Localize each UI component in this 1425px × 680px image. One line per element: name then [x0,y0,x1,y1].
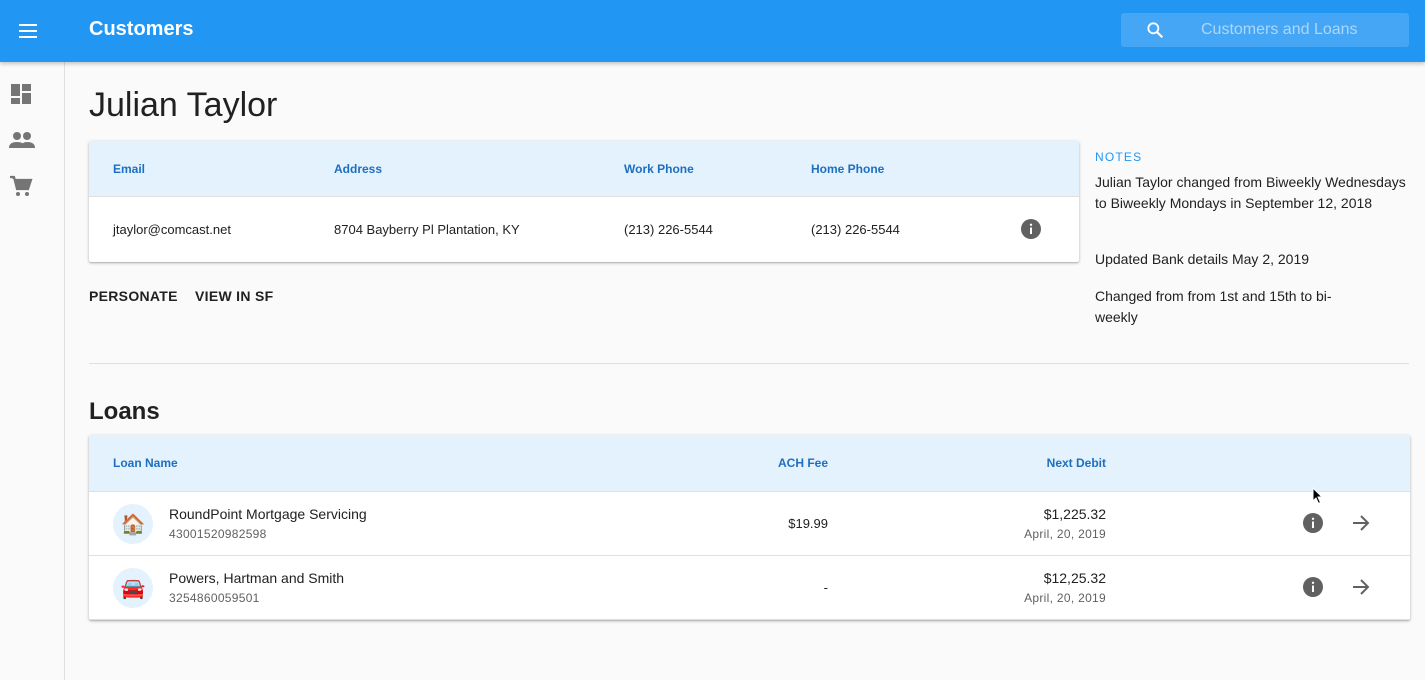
loan-amount: $1,225.32 [1043,506,1106,522]
customer-home-phone: (213) 226-5544 [811,222,900,237]
app-bar: Customers [0,0,1425,62]
arrow-right-icon[interactable] [1350,576,1372,598]
section-divider [89,363,1409,364]
note-item: Julian Taylor changed from Biweekly Wedn… [1095,174,1406,211]
info-icon[interactable] [1303,513,1323,533]
house-icon: 🏠 [113,504,153,544]
side-rail [0,62,65,680]
customer-address: 8704 Bayberry Pl Plantation, KY [334,222,520,237]
next-debit-header: Next Debit [1046,456,1106,470]
loan-row[interactable]: 🚘 Powers, Hartman and Smith 325486005950… [89,556,1410,620]
loan-name-header: Loan Name [113,456,178,470]
car-icon: 🚘 [113,568,153,608]
loan-account: 3254860059501 [169,591,260,605]
loan-row[interactable]: 🏠 RoundPoint Mortgage Servicing 43001520… [89,492,1410,556]
mouse-cursor-icon [1312,487,1324,505]
customer-row: jtaylor@comcast.net 8704 Bayberry Pl Pla… [89,197,1079,262]
loans-card: Loan Name ACH Fee Next Debit 🏠 RoundPoin… [89,435,1410,620]
note-item: Updated Bank details May 2, 2019 [1095,251,1310,267]
loan-date: April, 20, 2019 [1024,527,1106,541]
loans-table-header: Loan Name ACH Fee Next Debit [89,435,1410,492]
loan-name: RoundPoint Mortgage Servicing [169,506,367,522]
search-input[interactable] [1201,13,1401,47]
info-icon[interactable] [1021,219,1041,239]
view-in-sf-button[interactable]: VIEW IN SF [195,288,273,304]
loan-account: 43001520982598 [169,527,267,541]
customer-work-phone: (213) 226-5544 [624,222,713,237]
customer-info-card: Email Address Work Phone Home Phone jtay… [89,141,1079,262]
loans-title: Loans [89,398,160,425]
loan-amount: $12,25.32 [1043,570,1106,586]
notes-label: NOTES [1095,150,1143,164]
loan-date: April, 20, 2019 [1024,591,1106,605]
address-header: Address [334,162,383,176]
people-icon[interactable] [9,128,35,152]
email-header: Email [113,162,146,176]
menu-icon[interactable] [10,12,48,50]
dashboard-icon[interactable] [9,82,33,106]
personate-button[interactable]: PERSONATE [89,288,178,304]
search-box[interactable] [1121,13,1409,47]
ach-fee-header: ACH Fee [777,456,828,470]
home-phone-header: Home Phone [811,162,885,176]
cart-icon[interactable] [9,174,33,198]
loan-name: Powers, Hartman and Smith [169,570,345,586]
loan-ach-fee: $19.99 [788,516,828,531]
search-icon [1147,22,1163,38]
work-phone-header: Work Phone [624,162,694,176]
app-title: Customers [89,18,194,40]
note-item: Changed from from 1st and 15th to bi-wee… [1095,288,1332,325]
customer-name: Julian Taylor [89,86,278,124]
customer-email: jtaylor@comcast.net [113,222,231,237]
loan-ach-fee: - [823,580,828,595]
arrow-right-icon[interactable] [1350,512,1372,534]
info-icon[interactable] [1303,577,1323,597]
customer-table-header: Email Address Work Phone Home Phone [89,141,1079,197]
